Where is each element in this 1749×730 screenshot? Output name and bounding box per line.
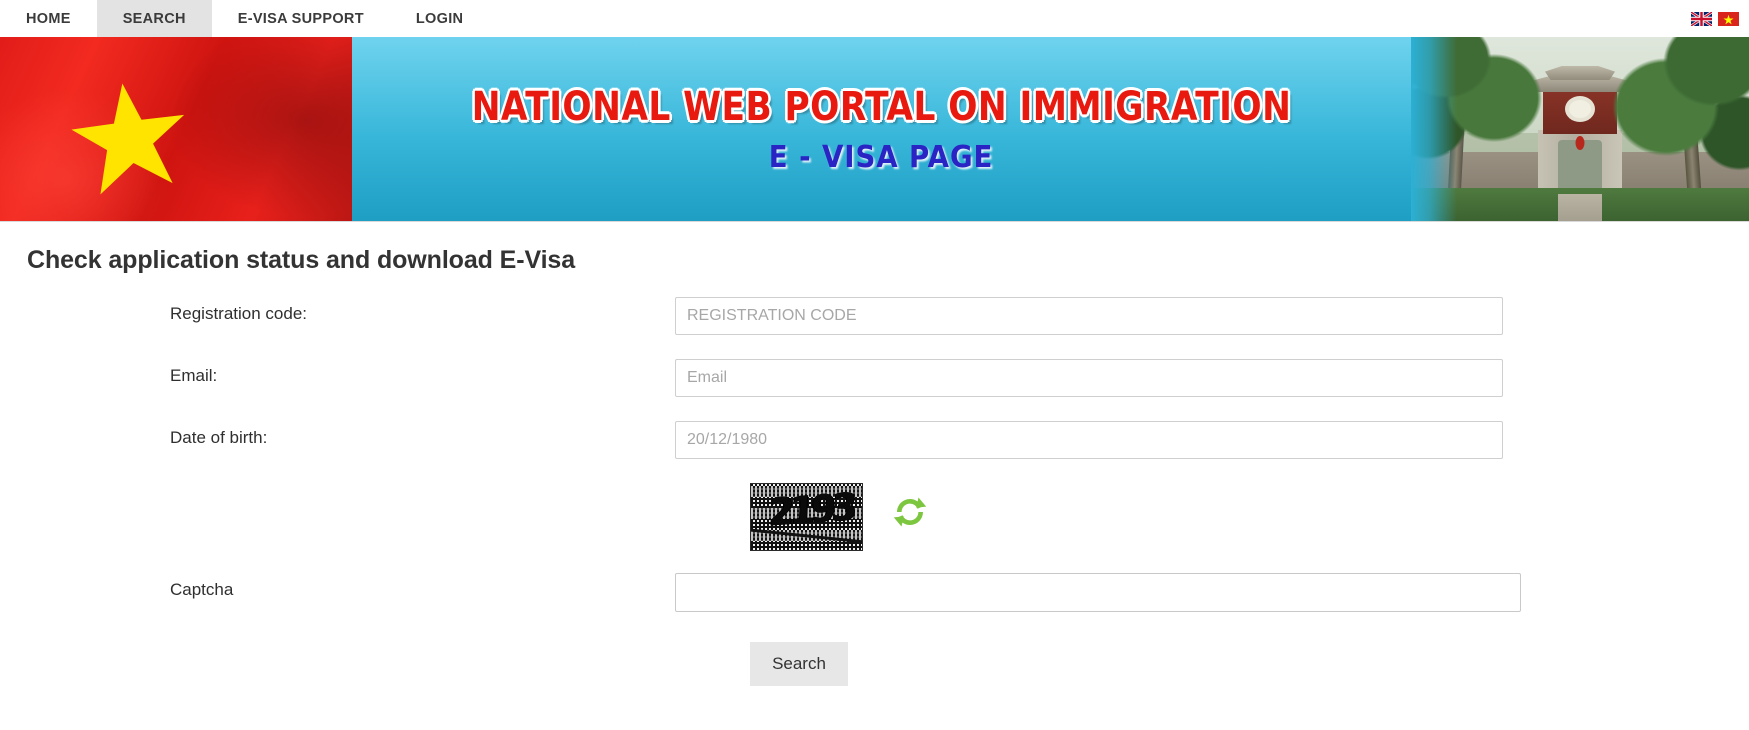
temple-of-literature-image: [1411, 37, 1749, 221]
form-row-captcha: Captcha: [0, 573, 1749, 612]
main-content: Check application status and download E-…: [0, 246, 1749, 686]
top-navigation-bar: HOME SEARCH E-VISA SUPPORT LOGIN: [0, 0, 1749, 37]
temple-path: [1558, 194, 1602, 221]
nav-item-label: SEARCH: [122, 10, 186, 27]
nav-item-login[interactable]: LOGIN: [390, 0, 489, 37]
submit-row: Search: [0, 642, 1749, 686]
temple-pavilion-window: [1565, 96, 1595, 122]
evisa-status-search-form: Registration code: Email: Date of birth:…: [0, 297, 1749, 686]
language-switcher: [1690, 0, 1749, 37]
temple-lantern: [1575, 136, 1585, 150]
tree-foliage-right: [1605, 37, 1749, 187]
vietnam-flag-image: [0, 37, 352, 221]
captcha-code-text: 2193: [768, 485, 854, 536]
nav-item-search[interactable]: SEARCH: [96, 0, 212, 37]
vietnamese-flag-icon[interactable]: [1718, 11, 1739, 26]
form-row-email: Email:: [0, 359, 1749, 397]
search-button[interactable]: Search: [750, 642, 848, 686]
nav-item-evisa-support[interactable]: E-VISA SUPPORT: [212, 0, 390, 37]
banner-title-group: NATIONAL WEB PORTAL ON IMMIGRATION E - V…: [352, 37, 1411, 221]
english-flag-icon[interactable]: [1690, 10, 1713, 27]
page-title: Check application status and download E-…: [27, 246, 576, 274]
registration-code-label: Registration code:: [170, 304, 308, 323]
form-row-registration-code: Registration code:: [0, 297, 1749, 335]
site-banner: NATIONAL WEB PORTAL ON IMMIGRATION E - V…: [0, 37, 1749, 222]
captcha-image: 2193: [750, 483, 863, 551]
banner-title-secondary: E - VISA PAGE: [769, 139, 994, 175]
registration-code-field-wrap: [675, 297, 1749, 335]
date-of-birth-field-wrap: [675, 421, 1749, 459]
captcha-input[interactable]: [675, 573, 1521, 612]
flag-cloth: [0, 37, 352, 221]
nav-item-label: LOGIN: [415, 10, 464, 27]
nav-item-home[interactable]: HOME: [0, 0, 97, 37]
email-label: Email:: [170, 366, 218, 385]
date-of-birth-label: Date of birth:: [170, 428, 268, 447]
email-input[interactable]: [675, 359, 1503, 397]
captcha-challenge-row: 2193: [0, 483, 1749, 551]
email-field-wrap: [675, 359, 1749, 397]
captcha-label: Captcha: [170, 580, 234, 599]
banner-title-primary: NATIONAL WEB PORTAL ON IMMIGRATION: [471, 83, 1292, 130]
refresh-icon[interactable]: [893, 495, 927, 529]
registration-code-input[interactable]: [675, 297, 1503, 335]
date-of-birth-input[interactable]: [675, 421, 1503, 459]
captcha-field-wrap: [675, 573, 1749, 612]
nav-item-label: E-VISA SUPPORT: [237, 10, 364, 27]
nav-item-label: HOME: [26, 10, 71, 27]
form-row-date-of-birth: Date of birth:: [0, 421, 1749, 459]
temple-image-fade: [1411, 37, 1457, 221]
